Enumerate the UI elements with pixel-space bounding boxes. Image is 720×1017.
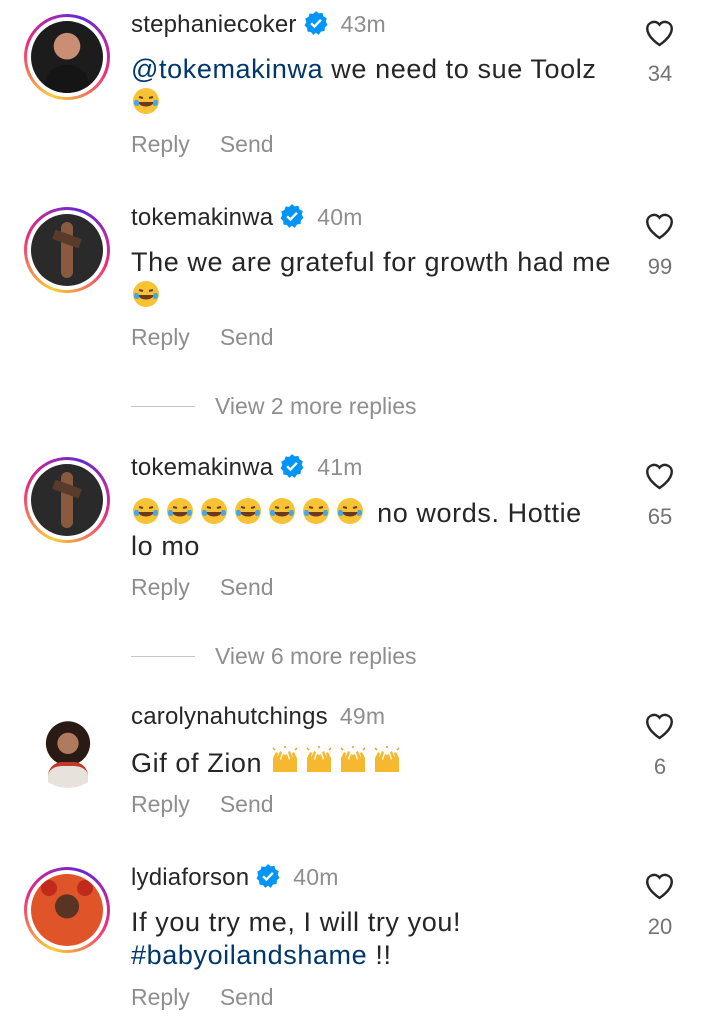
laugh-emoji-icon xyxy=(133,88,159,114)
divider-line xyxy=(131,656,195,657)
raised-hands-emoji-icon xyxy=(374,746,400,772)
comment-time: 49m xyxy=(339,703,386,729)
reply-button[interactable]: Reply xyxy=(131,791,190,817)
laugh-emoji-icon xyxy=(303,498,329,524)
like-count: 6 xyxy=(653,754,667,779)
comment-text: The we are grateful for growth had me xyxy=(131,246,621,313)
send-button[interactable]: Send xyxy=(220,984,274,1010)
send-button[interactable]: Send xyxy=(220,791,274,817)
divider-line xyxy=(131,406,195,407)
reply-button[interactable]: Reply xyxy=(131,574,190,600)
comment-text: Gif of Zion xyxy=(131,746,621,780)
laugh-emoji-icon xyxy=(337,498,363,524)
comment-time: 43m xyxy=(340,11,386,37)
avatar-story-ring[interactable] xyxy=(24,207,110,293)
comment-text: no words. Hottie lo mo xyxy=(131,498,582,561)
view-more-replies[interactable]: View 2 more replies xyxy=(131,393,417,420)
heart-outline-icon[interactable] xyxy=(643,460,676,490)
send-button[interactable]: Send xyxy=(220,324,274,350)
laugh-emoji-icon xyxy=(133,498,159,524)
verified-badge-icon xyxy=(280,454,304,478)
comment-username[interactable]: tokemakinwa xyxy=(131,454,273,481)
like-count: 20 xyxy=(647,914,673,939)
comment-username[interactable]: lydiaforson xyxy=(131,864,249,891)
laugh-emoji-icon xyxy=(269,498,295,524)
raised-hands-emoji-icon xyxy=(306,746,332,772)
raised-hands-emoji-row xyxy=(270,746,406,778)
heart-outline-icon[interactable] xyxy=(643,710,676,740)
comment-text: If you try me, I will try you! #babyoila… xyxy=(131,907,462,970)
avatar xyxy=(31,464,103,536)
laugh-emoji-icon xyxy=(133,281,159,307)
comment-time: 40m xyxy=(293,864,339,890)
like-count: 65 xyxy=(647,504,673,529)
laugh-emoji-icon xyxy=(201,498,227,524)
avatar[interactable] xyxy=(32,716,104,788)
comment-text: @tokemakinwa we need to sue Toolz xyxy=(131,53,621,120)
verified-badge-icon xyxy=(280,204,304,228)
like-count: 99 xyxy=(647,254,673,279)
send-button[interactable]: Send xyxy=(220,131,274,157)
laugh-emoji-icon xyxy=(167,498,193,524)
reply-button[interactable]: Reply xyxy=(131,324,190,350)
hashtag-link[interactable]: #babyoilandshame xyxy=(131,940,367,970)
avatar xyxy=(31,21,103,93)
verified-badge-icon xyxy=(256,864,280,888)
comment-time: 41m xyxy=(317,454,363,480)
avatar xyxy=(31,214,103,286)
comment-username[interactable]: tokemakinwa xyxy=(131,204,273,231)
verified-badge-icon xyxy=(304,11,328,35)
reply-button[interactable]: Reply xyxy=(131,984,190,1010)
heart-outline-icon[interactable] xyxy=(643,870,676,900)
laugh-emoji-row xyxy=(131,498,369,528)
send-button[interactable]: Send xyxy=(220,574,274,600)
heart-outline-icon[interactable] xyxy=(643,17,676,47)
view-more-replies[interactable]: View 6 more replies xyxy=(131,643,417,670)
comment-username[interactable]: stephaniecoker xyxy=(131,11,297,38)
heart-outline-icon[interactable] xyxy=(643,210,676,240)
mention-link[interactable]: @tokemakinwa xyxy=(131,54,323,84)
comment-username[interactable]: carolynahutchings xyxy=(131,703,328,730)
avatar xyxy=(31,874,103,946)
raised-hands-emoji-icon xyxy=(340,746,366,772)
raised-hands-emoji-icon xyxy=(272,746,298,772)
comment-time: 40m xyxy=(317,204,363,230)
avatar-story-ring[interactable] xyxy=(24,457,110,543)
like-count: 34 xyxy=(647,61,673,86)
avatar-story-ring[interactable] xyxy=(24,867,110,953)
laugh-emoji-icon xyxy=(235,498,261,524)
reply-button[interactable]: Reply xyxy=(131,131,190,157)
avatar-story-ring[interactable] xyxy=(24,14,110,100)
